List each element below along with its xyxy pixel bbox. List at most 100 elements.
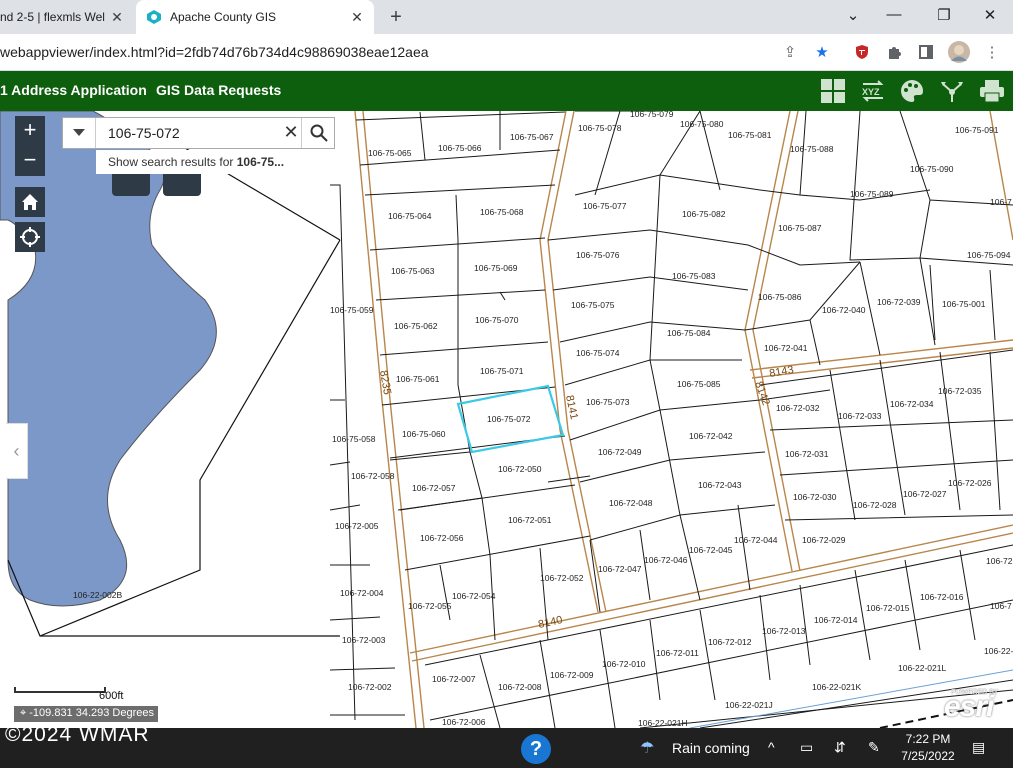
parcel-label: 106-75-078 [578, 123, 622, 133]
parcel-label: 106-22-021J [725, 700, 773, 710]
parcel-label: 106-75-067 [510, 132, 554, 142]
parcel-label: 106-75-072 [487, 414, 531, 424]
parcel-label: 106-75-083 [672, 271, 716, 281]
browser-tab-bar: nd 2-5 | flexmls Wel ✕ Apache County GIS… [0, 0, 1013, 34]
network-icon[interactable]: ⇵ [834, 739, 846, 756]
clear-search-icon[interactable]: ✕ [281, 122, 301, 143]
windows-taskbar: ? ☂ Rain coming ^ ▭ ⇵ ✎ 7:22 PM 7/25/202… [0, 728, 1013, 768]
parcel-label: 106-72-027 [903, 489, 947, 499]
measure-tool-icon[interactable] [112, 174, 150, 196]
nav-address-application[interactable]: 1 Address Application [0, 82, 147, 98]
app-header: 1 Address Application GIS Data Requests … [0, 71, 1013, 111]
select-tool-icon[interactable] [163, 174, 201, 196]
coordinate-readout: ⌖ -109.831 34.293 Degrees [14, 706, 159, 722]
search-input[interactable] [108, 125, 278, 141]
parcel-label: 106-75-085 [677, 379, 721, 389]
parcel-label: 106-72-032 [776, 403, 820, 413]
share-icon[interactable] [938, 77, 966, 105]
parcel-label: 106-72-045 [689, 545, 733, 555]
pen-icon[interactable]: ✎ [868, 739, 880, 756]
parcel-label: 106-72-006 [442, 717, 486, 727]
close-window-icon[interactable]: ✕ [980, 6, 1000, 24]
locate-crosshair-icon [20, 227, 40, 247]
parcel-label: 106-75-080 [680, 119, 724, 129]
side-panel-icon[interactable] [916, 42, 936, 62]
tab-search-chevron-icon[interactable]: ⌄ [843, 6, 863, 24]
bookmark-star-icon[interactable]: ★ [812, 42, 832, 62]
parcel-label: 106-72-035 [938, 386, 982, 396]
weather-text[interactable]: Rain coming [672, 740, 750, 756]
palette-icon[interactable] [898, 77, 926, 105]
home-button[interactable] [15, 187, 45, 217]
parcel-label: 106-72-050 [498, 464, 542, 474]
parcel-label: 106-72-051 [508, 515, 552, 525]
search-button[interactable] [301, 118, 335, 148]
get-help-icon[interactable]: ? [521, 734, 551, 764]
parcel-label: 106-75-088 [790, 144, 834, 154]
parcel-label: 106-75-090 [910, 164, 954, 174]
parcel-label: 106-75-076 [576, 250, 620, 260]
parcel-label: 106-72-030 [793, 492, 837, 502]
parcel-label: 106-75-081 [728, 130, 772, 140]
profile-avatar[interactable] [947, 40, 971, 64]
zoom-out-button[interactable]: − [15, 146, 45, 176]
parcel-label: 106-72-031 [785, 449, 829, 459]
map-view[interactable]: 106-75-065 106-75-066 106-75-067 106-75-… [0, 111, 1013, 728]
url-field[interactable]: webappviewer/index.html?id=2fdb74d76b734… [0, 44, 429, 60]
close-tab-icon[interactable]: ✕ [110, 10, 124, 24]
print-icon[interactable] [978, 77, 1006, 105]
parcel-label: 106-7 [990, 601, 1012, 611]
parcel-label: 106-75-074 [576, 348, 620, 358]
close-tab-icon[interactable]: ✕ [350, 10, 364, 24]
extensions-puzzle-icon[interactable] [884, 42, 904, 62]
battery-icon[interactable]: ▭ [800, 739, 813, 756]
maximize-icon[interactable]: ❐ [934, 6, 954, 24]
parcel-label: 106-75-073 [586, 397, 630, 407]
weather-umbrella-icon: ☂ [640, 740, 655, 757]
parcel-label: 106-72-041 [764, 343, 808, 353]
parcel-label: 106-72-029 [802, 535, 846, 545]
show-hidden-icons-chevron-icon[interactable]: ^ [768, 739, 775, 755]
parcel-label: 106-72-005 [335, 521, 379, 531]
zoom-in-button[interactable]: + [15, 116, 45, 146]
search-suggestion[interactable]: Show search results for 106-75... [96, 150, 292, 174]
search-widget: ✕ [62, 117, 335, 149]
parcel-label: 106-72-040 [822, 305, 866, 315]
my-location-button[interactable] [15, 222, 45, 252]
nav-gis-data-requests[interactable]: GIS Data Requests [156, 82, 281, 98]
zoom-control: + − [15, 116, 45, 176]
parcel-label: 106-72-056 [420, 533, 464, 543]
side-panel-toggle[interactable]: ‹ [6, 423, 28, 479]
clock[interactable]: 7:22 PM 7/25/2022 [896, 731, 960, 765]
parcel-label: 106-22- [984, 646, 1013, 656]
tab-flexmls[interactable]: nd 2-5 | flexmls Wel ✕ [0, 0, 134, 34]
parcel-label: 106-75-075 [571, 300, 615, 310]
parcel-label: 106-75-089 [850, 189, 894, 199]
parcel-label: 106-75-079 [630, 111, 674, 119]
parcel-label: 106-22-002B [73, 590, 122, 600]
minimize-icon[interactable]: — [884, 6, 904, 23]
parcel-label: 106-75-069 [474, 263, 518, 273]
parcel-label: 106-75-064 [388, 211, 432, 221]
scale-bar [14, 687, 106, 693]
new-tab-plus-icon[interactable]: + [386, 6, 406, 29]
parcel-label: 106-75-084 [667, 328, 711, 338]
coordinate-text: -109.831 34.293 Degrees [29, 707, 155, 719]
parcel-label: 106-75-082 [682, 209, 726, 219]
caret-down-icon [73, 129, 85, 136]
parcel-map: 106-75-065 106-75-066 106-75-067 106-75-… [0, 111, 1013, 728]
parcel-label: 106-75-091 [955, 125, 999, 135]
svg-text:XYZ: XYZ [862, 87, 880, 97]
search-source-dropdown[interactable] [63, 118, 96, 148]
home-icon [22, 194, 38, 210]
browser-menu-icon[interactable]: ⋮ [982, 42, 1002, 62]
basemap-gallery-icon[interactable] [819, 77, 847, 105]
parcel-label: 106-72-039 [877, 297, 921, 307]
notifications-icon[interactable]: ▤ [972, 739, 985, 756]
road-label: 8143 [768, 364, 794, 380]
xyz-coordinate-icon[interactable]: XYZ [859, 77, 887, 105]
share-page-icon[interactable]: ⇪ [780, 42, 800, 62]
extension-shield-icon[interactable] [852, 42, 872, 62]
parcel-label: 106-72-013 [762, 626, 806, 636]
tab-apache-county-gis[interactable]: Apache County GIS ✕ [136, 0, 374, 34]
